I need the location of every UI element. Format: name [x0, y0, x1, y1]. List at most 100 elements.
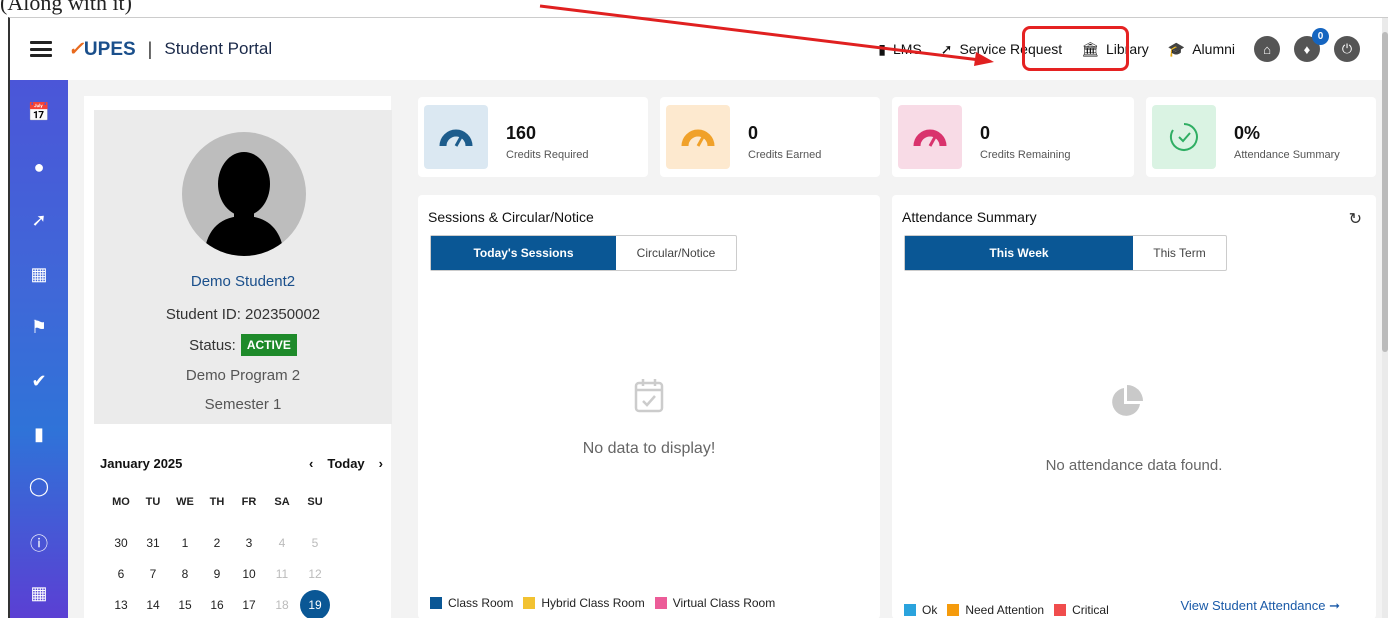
calendar-day[interactable]: 14	[138, 598, 168, 612]
user-icon[interactable]: ●	[10, 157, 68, 178]
weekday-header: MO	[112, 496, 130, 508]
bell-icon: ♦	[1303, 41, 1311, 57]
gauge-icon	[424, 105, 488, 169]
legend-label: Virtual Class Room	[672, 596, 776, 610]
tab-this-term[interactable]: This Term	[1133, 236, 1226, 270]
sessions-empty-text: No data to display!	[582, 440, 716, 457]
tab-todays-sessions[interactable]: Today's Sessions	[431, 236, 616, 270]
weekday-header: TH	[209, 496, 225, 508]
gauge-icon	[666, 105, 730, 169]
file-icon[interactable]: ▮	[10, 424, 68, 445]
empty-calendar-icon	[634, 379, 664, 413]
legend-label: Class Room	[448, 596, 514, 610]
calendar-widget: January 2025 ‹ Today › MO TU WE TH FR SA SU 30 3…	[84, 426, 391, 618]
calendar-day[interactable]: 4	[267, 536, 297, 550]
attendance-empty-text: No attendance data found.	[1045, 457, 1223, 474]
scrollbar-thumb[interactable]	[1382, 32, 1388, 352]
pie-chart-icon	[1112, 385, 1143, 416]
legend-swatch	[430, 597, 442, 609]
legend-swatch	[904, 604, 916, 616]
logo-brand: ✓UPES	[68, 38, 136, 60]
refresh-icon[interactable]: ↻	[1349, 209, 1362, 229]
profile-card: Demo Student2 Student ID: 202350002 Stat…	[94, 110, 392, 424]
calendar-day[interactable]: 2	[202, 536, 232, 550]
calendar-day[interactable]: 31	[138, 536, 168, 550]
attendance-legend: Ok Need Attention Critical	[904, 603, 1109, 617]
profile-panel: Demo Student2 Student ID: 202350002 Stat…	[84, 96, 392, 426]
calendar-day[interactable]: 15	[170, 598, 200, 612]
weekday-header: SA	[274, 496, 290, 508]
calendar-prev-button[interactable]: ‹	[309, 456, 313, 471]
weekday-header: TU	[145, 496, 161, 508]
status-row: Status: ACTIVE	[94, 334, 392, 356]
caption-text: (Along with it)	[0, 0, 132, 15]
calendar-next-button[interactable]: ›	[379, 456, 383, 471]
semester: Semester 1	[204, 396, 282, 413]
stat-card-credits-earned: 0 Credits Earned	[660, 97, 880, 177]
legend-label: Critical	[1072, 603, 1109, 617]
calendar-day[interactable]: 5	[300, 536, 330, 550]
calendar-icon[interactable]: 📅	[10, 102, 68, 123]
tab-this-week[interactable]: This Week	[905, 236, 1133, 270]
sessions-panel: Sessions & Circular/Notice Today's Sessi…	[418, 195, 880, 618]
calendar-today-button[interactable]: Today	[327, 456, 364, 471]
calendar-day[interactable]: 17	[234, 598, 264, 612]
stat-card-credits-remaining: 0 Credits Remaining	[892, 97, 1134, 177]
view-student-attendance-link[interactable]: View Student Attendance ➞	[1180, 598, 1340, 614]
info-icon[interactable]: ⓘ	[10, 530, 68, 556]
legend-label: Hybrid Class Room	[541, 596, 645, 610]
calendar-day[interactable]: 6	[106, 567, 136, 581]
calendar-day[interactable]: 30	[106, 536, 136, 550]
lightbulb-icon[interactable]: ◯	[10, 476, 68, 497]
legend-swatch	[654, 597, 667, 609]
notification-badge: 0	[1312, 28, 1329, 45]
weekday-header: FR	[241, 496, 257, 508]
home-button[interactable]: ⌂	[1254, 36, 1280, 62]
calendar-day[interactable]: 19	[300, 598, 330, 612]
calendar-day[interactable]: 11	[267, 567, 297, 581]
notifications-button[interactable]: ♦ 0	[1294, 28, 1329, 62]
nav-lms[interactable]: ▮ LMS	[878, 41, 922, 58]
calendar-day[interactable]: 10	[234, 567, 264, 581]
logout-button[interactable]: ⏻	[1334, 36, 1360, 62]
check-icon[interactable]: ✔	[10, 371, 68, 392]
stat-label: Credits Remaining	[980, 149, 1071, 161]
calendar-day[interactable]: 12	[300, 567, 330, 581]
status-label: Status:	[189, 336, 236, 354]
wrench-icon[interactable]: ➚	[10, 210, 68, 231]
person-silhouette-icon	[204, 152, 284, 256]
page-scrollbar[interactable]	[1382, 18, 1388, 618]
calendar-grid-icon[interactable]: ▦	[10, 264, 68, 285]
sessions-legend: Class Room Hybrid Class Room Virtual Cla…	[430, 596, 775, 610]
home-icon: ⌂	[1263, 41, 1271, 57]
legend-swatch	[947, 604, 960, 616]
screenshot-frame: (Along with it) ✓UPES | Student Portal ▮…	[0, 0, 1395, 618]
clock-check-icon	[1152, 105, 1216, 169]
calendar-day[interactable]: 1	[170, 536, 200, 550]
building-icon[interactable]: ▦	[10, 583, 68, 604]
stat-value: 0	[748, 123, 759, 143]
calendar-day[interactable]: 3	[234, 536, 264, 550]
gauge-icon	[898, 105, 962, 169]
avatar	[182, 132, 306, 256]
attendance-panel: Attendance Summary ↻ This Week This Term…	[892, 195, 1376, 618]
student-name[interactable]: Demo Student2	[94, 273, 392, 290]
hamburger-menu-icon[interactable]	[30, 41, 52, 57]
calendar-day[interactable]: 8	[170, 567, 200, 581]
nav-alumni[interactable]: 🎓 Alumni	[1168, 41, 1235, 58]
calendar-day[interactable]: 9	[202, 567, 232, 581]
book-icon: ▮	[878, 40, 886, 57]
calendar-day[interactable]: 18	[267, 598, 297, 612]
stat-card-attendance: 0% Attendance Summary	[1146, 97, 1376, 177]
calendar-day[interactable]: 13	[106, 598, 136, 612]
tab-circular-notice[interactable]: Circular/Notice	[616, 236, 736, 270]
flag-icon[interactable]: ⚑	[10, 317, 68, 338]
attendance-title: Attendance Summary	[902, 209, 1037, 225]
upes-logo[interactable]: ✓UPES	[68, 38, 136, 61]
power-icon: ⏻	[1341, 41, 1353, 56]
weekday-header: SU	[307, 496, 323, 508]
calendar-day[interactable]: 16	[202, 598, 232, 612]
stat-card-credits-required: 160 Credits Required	[418, 97, 648, 177]
calendar-day[interactable]: 7	[138, 567, 168, 581]
sessions-title: Sessions & Circular/Notice	[428, 209, 594, 225]
